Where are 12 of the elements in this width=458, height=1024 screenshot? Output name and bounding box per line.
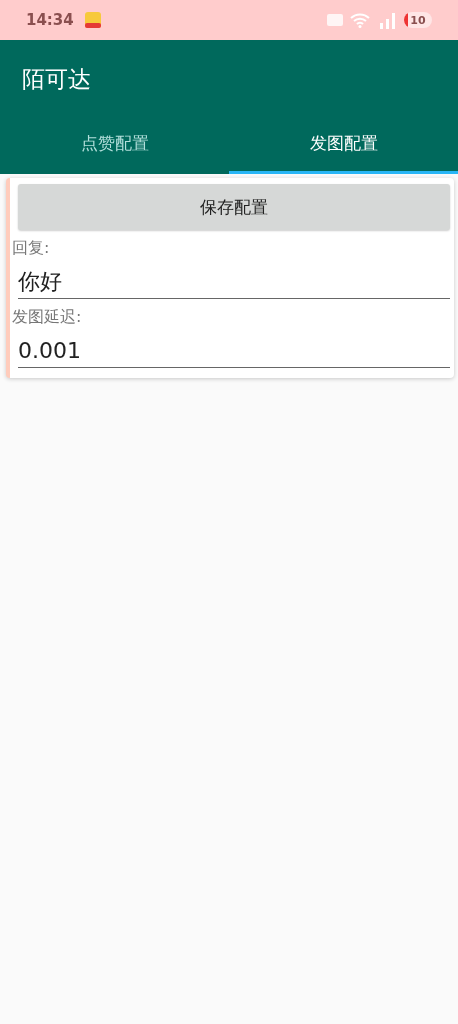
status-time: 14:34 <box>26 11 74 29</box>
tab[interactable]: 点赞配置 <box>0 116 229 174</box>
app-title: 陌可达 <box>21 65 92 94</box>
battery-level: 10 <box>410 13 426 27</box>
input-field[interactable]: 你好 <box>18 259 450 299</box>
save-button[interactable]: 保存配置 <box>18 184 450 230</box>
app-notification-icon <box>83 11 102 29</box>
field-label: 回复: <box>12 238 51 259</box>
field-label: 发图延迟: <box>12 307 83 328</box>
tab[interactable]: 发图配置 <box>229 116 458 174</box>
input-field[interactable]: 0.001 <box>18 328 450 368</box>
wifi-icon <box>350 12 370 28</box>
